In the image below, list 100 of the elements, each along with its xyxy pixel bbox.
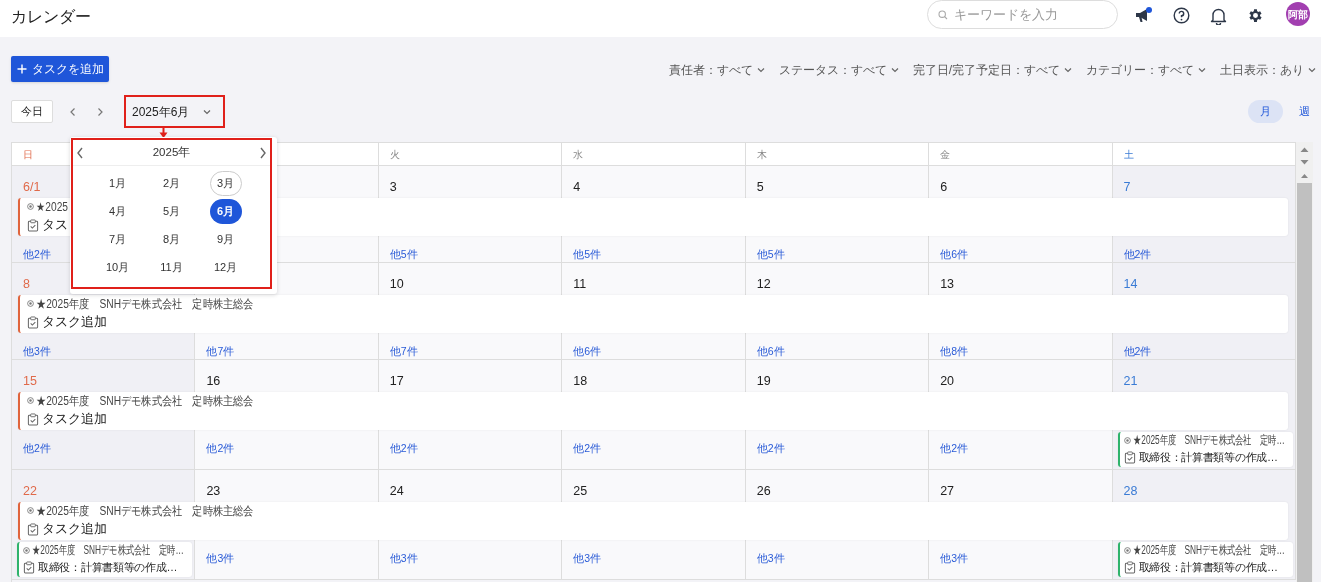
month-option[interactable]: 2月: [155, 171, 188, 196]
next-button[interactable]: [96, 106, 104, 117]
month-option[interactable]: 6月: [209, 199, 242, 224]
more-events-link[interactable]: 他2件: [206, 442, 235, 454]
today-button[interactable]: 今日: [11, 100, 53, 123]
date-number[interactable]: 5: [756, 180, 764, 194]
filter-dropdown[interactable]: カテゴリー：すべて: [1086, 61, 1206, 79]
date-number[interactable]: 14: [1123, 277, 1138, 291]
event-meta: ★2025: [36, 199, 69, 214]
date-number[interactable]: 28: [1123, 484, 1138, 498]
date-number[interactable]: 18: [573, 374, 588, 388]
more-events-link[interactable]: 他7件: [389, 345, 418, 357]
more-events-link[interactable]: 他5件: [389, 248, 418, 260]
date-number[interactable]: 11: [573, 277, 587, 291]
weekday-label: 土: [1123, 147, 1134, 162]
clipboard-icon: [1123, 561, 1136, 574]
date-number[interactable]: 27: [940, 484, 955, 498]
weekday-label: 火: [389, 147, 400, 162]
date-number[interactable]: 20: [940, 374, 955, 388]
more-events-link[interactable]: 他2件: [940, 442, 968, 454]
date-number[interactable]: 21: [1123, 374, 1138, 388]
previous-year-button[interactable]: [76, 146, 84, 159]
more-events-link[interactable]: 他6件: [573, 345, 602, 357]
more-events-link[interactable]: 他3件: [756, 552, 785, 564]
more-events-link[interactable]: 他3件: [940, 552, 968, 564]
more-events-link[interactable]: 他2件: [1123, 248, 1152, 260]
more-events-link[interactable]: 他6件: [756, 345, 785, 357]
scrollbar[interactable]: [1296, 142, 1313, 582]
month-option[interactable]: 10月: [101, 255, 134, 280]
more-events-link[interactable]: 他2件: [23, 248, 51, 260]
date-number[interactable]: 26: [756, 484, 771, 498]
more-events-link[interactable]: 他7件: [206, 345, 235, 357]
more-events-link[interactable]: 他3件: [23, 345, 51, 357]
date-number[interactable]: 4: [573, 180, 581, 194]
more-events-link[interactable]: 他6件: [940, 248, 968, 260]
event-card[interactable]: ★2025年度 SNHデモ株式会社 定時株主総会 タスク追加: [18, 502, 1288, 540]
month-option[interactable]: 5月: [155, 199, 188, 224]
event-card[interactable]: ★2025年度 SNHデモ株式会社 定時… 取締役：計算書類等の作成…: [1117, 432, 1293, 467]
chevron-down-icon: [890, 66, 899, 74]
chevron-down-icon: [1064, 66, 1072, 74]
previous-button[interactable]: [69, 106, 77, 117]
more-events-link[interactable]: 他2件: [756, 442, 785, 454]
search-field[interactable]: キーワードを入力: [927, 0, 1118, 29]
target-icon: [23, 546, 30, 554]
date-number[interactable]: 25: [573, 484, 588, 498]
date-number[interactable]: 3: [389, 180, 397, 194]
event-meta: ★2025年度 SNHデモ株式会社 定時…: [32, 543, 184, 558]
more-events-link[interactable]: 他2件: [1123, 345, 1152, 357]
clipboard-icon: [27, 522, 39, 536]
filter-dropdown[interactable]: 土日表示：あり: [1220, 61, 1316, 79]
more-events-link[interactable]: 他2件: [389, 442, 418, 454]
more-events-link[interactable]: 他8件: [940, 345, 968, 357]
scrollbar-thumb[interactable]: [1297, 183, 1312, 582]
clipboard-icon: [27, 412, 39, 426]
target-icon: [27, 300, 34, 308]
more-events-link[interactable]: 他5件: [756, 248, 785, 260]
date-number[interactable]: 7: [1123, 180, 1131, 194]
date-number[interactable]: 23: [206, 484, 221, 498]
event-title: タスク追加: [42, 410, 107, 428]
month-option[interactable]: 4月: [101, 199, 134, 224]
view-tab[interactable]: 月: [1248, 100, 1283, 123]
event-title: 取締役：計算書類等の作成…: [38, 560, 178, 576]
filter-dropdown[interactable]: 完了日/完了予定日：すべて: [912, 61, 1072, 79]
date-number[interactable]: 12: [756, 277, 771, 291]
filter-dropdown[interactable]: 責任者：すべて: [668, 61, 765, 79]
settings-icon[interactable]: [1247, 7, 1264, 24]
help-icon[interactable]: [1173, 7, 1190, 24]
date-number[interactable]: 17: [389, 374, 404, 388]
more-events-link[interactable]: 他5件: [573, 248, 602, 260]
event-card[interactable]: ★2025年度 SNHデモ株式会社 定時株主総会 タスク追加: [18, 392, 1288, 430]
event-meta: ★2025年度 SNHデモ株式会社 定時株主総会: [36, 503, 254, 518]
add-task-button[interactable]: タスクを追加: [11, 56, 109, 82]
month-select[interactable]: 2025年6月: [124, 95, 225, 128]
more-events-link[interactable]: 他3件: [389, 552, 418, 564]
event-meta: ★2025年度 SNHデモ株式会社 定時株主総会: [36, 393, 254, 408]
user-avatar[interactable]: 阿部: [1286, 2, 1310, 26]
weekday-label: 水: [573, 147, 584, 162]
more-events-link[interactable]: 他3件: [206, 552, 235, 564]
date-number[interactable]: 13: [940, 277, 955, 291]
month-option[interactable]: 12月: [209, 255, 242, 280]
more-events-link[interactable]: 他2件: [573, 442, 602, 454]
event-meta: ★2025年度 SNHデモ株式会社 定時…: [1132, 543, 1285, 558]
filter-dropdown[interactable]: ステータス：すべて: [778, 61, 899, 79]
date-number[interactable]: 24: [389, 484, 404, 498]
date-number[interactable]: 6: [940, 180, 948, 194]
event-card[interactable]: ★2025年度 SNHデモ株式会社 定時株主総会 タスク追加: [18, 295, 1288, 333]
date-number[interactable]: 10: [389, 277, 404, 291]
bell-icon[interactable]: [1210, 6, 1227, 25]
view-tab[interactable]: 週: [1287, 100, 1321, 123]
chevron-down-icon: [1308, 66, 1316, 74]
more-events-link[interactable]: 他3件: [573, 552, 602, 564]
date-number[interactable]: 19: [756, 374, 771, 388]
megaphone-icon[interactable]: [1134, 6, 1153, 25]
date-number[interactable]: 16: [206, 374, 221, 388]
event-card[interactable]: ★2025年度 SNHデモ株式会社 定時… 取締役：計算書類等の作成…: [1117, 542, 1293, 577]
month-option[interactable]: 1月: [101, 171, 134, 196]
event-card[interactable]: ★2025年度 SNHデモ株式会社 定時… 取締役：計算書類等の作成…: [17, 542, 193, 577]
more-events-link[interactable]: 他2件: [23, 442, 51, 454]
next-year-button[interactable]: [259, 146, 267, 159]
month-option[interactable]: 11月: [155, 255, 188, 280]
